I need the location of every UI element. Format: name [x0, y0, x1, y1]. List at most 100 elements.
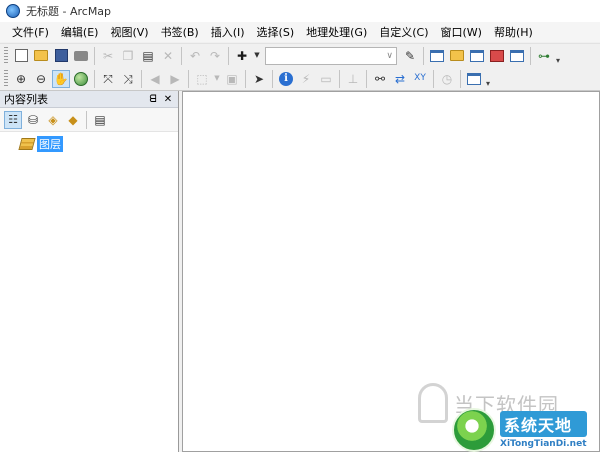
- list-by-source-button[interactable]: ⛁: [24, 111, 42, 129]
- undo-button[interactable]: ↶: [186, 47, 204, 65]
- menu-geoprocessing[interactable]: 地理处理(G): [300, 24, 373, 40]
- tree-item-label[interactable]: 图层: [37, 136, 63, 152]
- select-features-button[interactable]: ⬚: [193, 70, 211, 88]
- zoom-in-button[interactable]: ⊕: [12, 70, 30, 88]
- close-icon[interactable]: ✕: [162, 94, 174, 105]
- chevron-down-icon: ▼: [254, 51, 260, 59]
- full-extent-button[interactable]: [72, 70, 90, 88]
- map-scale-combobox[interactable]: ∨: [265, 46, 397, 65]
- go-back-extent-button[interactable]: ◀: [146, 70, 164, 88]
- list-by-visibility-button[interactable]: ◈: [44, 111, 62, 129]
- toc-options-button[interactable]: ▤: [91, 111, 109, 129]
- search-window-icon: [470, 49, 484, 62]
- measure-button[interactable]: ⊥: [344, 70, 362, 88]
- python-window-button[interactable]: [508, 47, 526, 65]
- menu-customize[interactable]: 自定义(C): [373, 24, 434, 40]
- new-document-button[interactable]: [12, 47, 30, 65]
- clear-selection-button[interactable]: ▣: [223, 70, 241, 88]
- toolbar-separator: [141, 69, 142, 88]
- add-data-button[interactable]: ✚: [233, 47, 251, 65]
- window-title: 无标题 - ArcMap: [26, 5, 112, 18]
- database-icon: ⛁: [27, 112, 39, 127]
- toolbar-separator: [181, 46, 182, 65]
- toolbar-overflow-button[interactable]: ▾: [484, 70, 492, 88]
- save-button[interactable]: [52, 47, 70, 65]
- print-button[interactable]: [72, 47, 90, 65]
- list-by-drawing-order-button[interactable]: ☷: [4, 110, 22, 129]
- title-bar: 无标题 - ArcMap: [0, 0, 600, 22]
- modelbuilder-button[interactable]: ⊶: [535, 47, 553, 65]
- menu-insert[interactable]: 插入(I): [205, 24, 251, 40]
- chevron-down-icon: ▼: [214, 74, 220, 82]
- folder-icon: [34, 50, 48, 61]
- watermark-site-url: XiTongTianDi.net: [500, 439, 587, 449]
- toolbar-grip[interactable]: [4, 69, 8, 88]
- toolbar-separator: [86, 110, 87, 129]
- html-popup-icon: ▭: [320, 71, 332, 86]
- menu-bar: 文件(F) 编辑(E) 视图(V) 书签(B) 插入(I) 选择(S) 地理处理…: [0, 22, 600, 42]
- cut-button[interactable]: ✂: [99, 47, 117, 65]
- scissors-icon: ✂: [102, 48, 114, 63]
- time-slider-button[interactable]: ◷: [438, 70, 456, 88]
- catalog-button[interactable]: [448, 47, 466, 65]
- select-features-icon: ⬚: [196, 71, 208, 86]
- table-of-contents-icon: [430, 49, 444, 62]
- watermark-globe-icon: [452, 408, 496, 452]
- menu-view[interactable]: 视图(V): [104, 24, 154, 40]
- tree-item-layers[interactable]: 图层: [18, 136, 178, 152]
- editor-toolbar-button[interactable]: ✎: [401, 47, 419, 65]
- arrow-right-icon: ▶: [170, 71, 180, 86]
- table-of-contents-button[interactable]: [428, 47, 446, 65]
- toolbar-grip[interactable]: [4, 46, 8, 65]
- drawing-order-icon: ☷: [8, 113, 18, 126]
- select-elements-button[interactable]: ➤: [250, 70, 268, 88]
- menu-bookmarks[interactable]: 书签(B): [155, 24, 205, 40]
- copy-button[interactable]: ❐: [119, 47, 137, 65]
- arctoolbox-button[interactable]: [488, 47, 506, 65]
- panel-header: 内容列表 ᗺ ✕: [0, 91, 178, 108]
- layers-selection-icon: ◆: [68, 112, 78, 127]
- clear-selection-icon: ▣: [226, 71, 238, 86]
- menu-windows[interactable]: 窗口(W): [435, 24, 488, 40]
- fixed-zoom-out-icon: ⤨: [123, 71, 133, 86]
- menu-file[interactable]: 文件(F): [6, 24, 55, 40]
- html-popup-button[interactable]: ▭: [317, 70, 335, 88]
- identify-button[interactable]: i: [277, 70, 295, 88]
- pin-icon[interactable]: ᗺ: [147, 94, 159, 105]
- zoom-out-button[interactable]: ⊖: [32, 70, 50, 88]
- modelbuilder-icon: ⊶: [538, 48, 550, 63]
- watermark-logo-icon: [418, 383, 448, 423]
- delete-button[interactable]: ✕: [159, 47, 177, 65]
- open-button[interactable]: [32, 47, 50, 65]
- toolbar-overflow-button[interactable]: ▾: [554, 47, 562, 65]
- menu-edit[interactable]: 编辑(E): [55, 24, 105, 40]
- pointer-arrow-icon: ➤: [253, 71, 265, 86]
- editor-pencil-icon: ✎: [404, 48, 416, 63]
- print-icon: [74, 50, 88, 61]
- viewer-window-button[interactable]: [465, 70, 483, 88]
- fixed-zoom-in-button[interactable]: ⤧: [99, 70, 117, 88]
- fixed-zoom-out-button[interactable]: ⤨: [119, 70, 137, 88]
- info-icon: i: [279, 71, 293, 86]
- select-features-dropdown[interactable]: ▼: [213, 70, 221, 88]
- add-data-dropdown[interactable]: ▼: [253, 47, 261, 65]
- toolbar-separator: [423, 46, 424, 65]
- options-icon: ▤: [94, 112, 106, 127]
- hand-pan-icon: ✋: [53, 71, 69, 86]
- list-by-selection-button[interactable]: ◆: [64, 111, 82, 129]
- find-route-button[interactable]: ⇄: [391, 70, 409, 88]
- menu-help[interactable]: 帮助(H): [488, 24, 539, 40]
- go-forward-extent-button[interactable]: ▶: [166, 70, 184, 88]
- pan-button[interactable]: ✋: [52, 69, 70, 88]
- watermark-text-group: 系统天地 XiTongTianDi.net: [500, 411, 587, 449]
- copy-icon: ❐: [122, 48, 134, 63]
- paste-button[interactable]: ▤: [139, 47, 157, 65]
- paste-icon: ▤: [142, 48, 154, 63]
- search-window-button[interactable]: [468, 47, 486, 65]
- find-button[interactable]: ⚯: [371, 70, 389, 88]
- go-to-xy-button[interactable]: XY: [411, 70, 429, 88]
- menu-selection[interactable]: 选择(S): [251, 24, 301, 40]
- zoom-in-icon: ⊕: [15, 71, 27, 86]
- redo-button[interactable]: ↷: [206, 47, 224, 65]
- hyperlink-button[interactable]: ⚡: [297, 70, 315, 88]
